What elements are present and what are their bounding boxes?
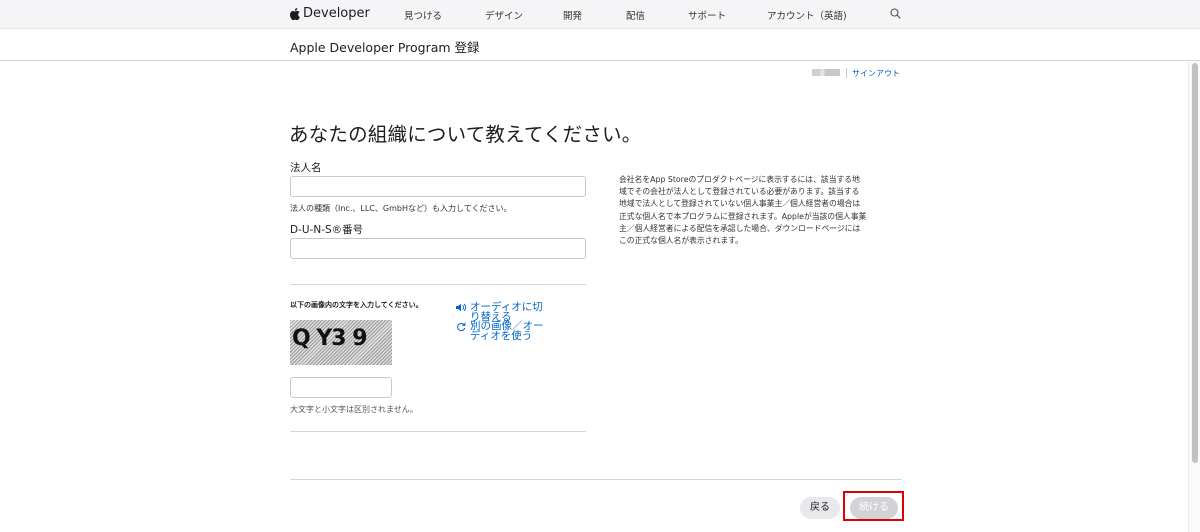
continue-button[interactable]: 続ける — [850, 497, 898, 519]
audio-captcha-link[interactable]: オーディオに切り替える — [456, 302, 548, 322]
signout-link[interactable]: サインアウト — [852, 68, 900, 79]
developer-home-link[interactable]: Developer — [290, 6, 370, 21]
captcha-input[interactable] — [290, 377, 392, 398]
divider — [290, 431, 586, 432]
audio-captcha-label: オーディオに切り替える — [470, 301, 543, 323]
program-header: Apple Developer Program 登録 — [0, 29, 1200, 61]
duns-input[interactable] — [290, 238, 586, 259]
legal-name-hint: 法人の種類（Inc.、LLC、GmbHなど）も入力してください。 — [290, 204, 512, 213]
search-icon[interactable] — [890, 8, 901, 19]
legal-entity-info: 会社名をApp Storeのプロダクトページに表示するには、該当する地域でその会… — [619, 175, 867, 246]
speaker-icon — [456, 303, 467, 312]
footer-divider — [290, 479, 902, 480]
program-title: Apple Developer Program 登録 — [290, 40, 480, 55]
account-divider — [846, 68, 847, 78]
nav-item-support[interactable]: サポート — [688, 8, 726, 22]
divider — [290, 284, 586, 285]
nav-item-distribute[interactable]: 配信 — [626, 8, 645, 22]
nav-item-discover[interactable]: 見つける — [404, 8, 442, 22]
apple-logo-icon — [290, 7, 300, 20]
brand-label: Developer — [303, 6, 370, 21]
scrollbar-thumb[interactable] — [1192, 63, 1198, 463]
nav-item-account[interactable]: アカウント（英語) — [767, 8, 847, 22]
back-button[interactable]: 戻る — [800, 497, 840, 519]
refresh-icon — [457, 322, 466, 332]
account-name-redacted — [812, 69, 840, 76]
legal-name-label: 法人名 — [290, 162, 322, 174]
page-title: あなたの組織について教えてください。 — [289, 123, 642, 146]
new-captcha-link[interactable]: 別の画像／オーディオを使う — [456, 321, 548, 341]
new-captcha-label: 別の画像／オーディオを使う — [470, 320, 544, 342]
legal-name-input[interactable] — [290, 176, 586, 197]
nav-item-develop[interactable]: 開発 — [563, 8, 582, 22]
global-nav: Developer 見つける デザイン 開発 配信 サポート アカウント（英語) — [0, 0, 1200, 29]
duns-label: D-U-N-S®番号 — [290, 224, 364, 236]
nav-item-design[interactable]: デザイン — [485, 8, 523, 22]
captcha-image-text: Q Y3 9 — [292, 326, 368, 351]
page-scrollbar[interactable] — [1188, 61, 1200, 532]
captcha-prompt: 以下の画像内の文字を入力してください。 — [290, 301, 423, 309]
captcha-image: Q Y3 9 — [290, 320, 392, 365]
case-insensitive-hint: 大文字と小文字は区別されません。 — [290, 405, 418, 414]
